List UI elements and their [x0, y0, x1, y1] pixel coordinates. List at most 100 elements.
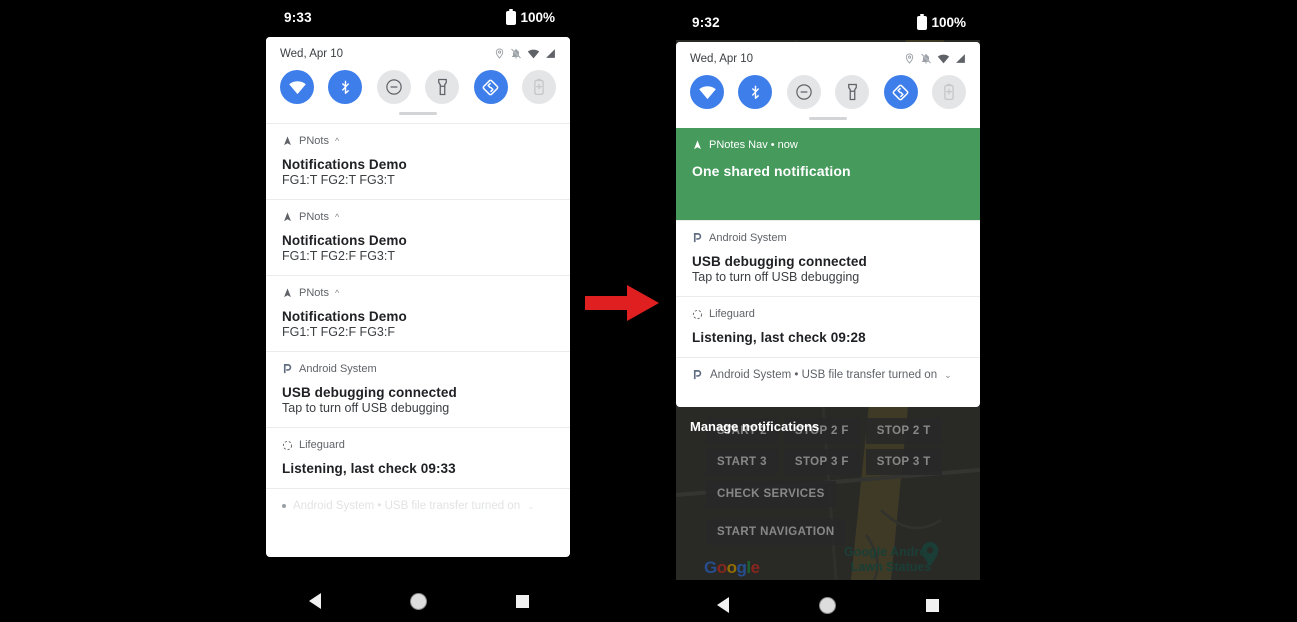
- notification-title: Notifications Demo: [282, 309, 407, 324]
- bell-muted-icon: [510, 48, 522, 59]
- qs-drag-handle[interactable]: [399, 112, 437, 115]
- collapsed-notification-row[interactable]: Android System • USB file transfer turne…: [266, 488, 570, 523]
- notification-row[interactable]: PNots ^ Notifications Demo FG1:T FG2:F F…: [266, 275, 570, 351]
- back-icon[interactable]: [717, 597, 729, 613]
- do-not-disturb-tile[interactable]: [376, 70, 411, 104]
- chevron-up-icon[interactable]: ^: [335, 136, 339, 146]
- home-icon[interactable]: [819, 596, 836, 614]
- notification-app-name: PNots: [299, 135, 329, 147]
- status-bar-right: 100%: [506, 8, 555, 25]
- notification-title: USB debugging connected: [282, 385, 457, 400]
- battery-icon: [917, 13, 928, 30]
- shared-notification-row[interactable]: PNotes Nav • now One shared notification: [676, 128, 980, 220]
- left-status-bar: 9:33 100%: [264, 0, 573, 37]
- notification-row[interactable]: Android System USB debugging connected T…: [266, 351, 570, 427]
- right-phone: 9:32 100% Google Android Lawn Statues ST…: [672, 0, 984, 622]
- right-notification-shade[interactable]: Wed, Apr 10 PNotes Nav • now One shared …: [676, 42, 980, 407]
- notification-header: PNots ^: [282, 134, 554, 148]
- qs-header: Wed, Apr 10: [676, 42, 980, 65]
- battery-saver-tile[interactable]: [521, 70, 556, 104]
- notification-app-name: Android System: [709, 232, 787, 244]
- auto-rotate-tile[interactable]: [473, 70, 508, 104]
- notification-app-name: PNots: [299, 287, 329, 299]
- notification-row[interactable]: PNots ^ Notifications Demo FG1:T FG2:T F…: [266, 123, 570, 199]
- navigation-arrow-icon: [284, 212, 291, 222]
- notification-row[interactable]: Lifeguard Listening, last check 09:33: [266, 427, 570, 488]
- right-status-bar: 9:32 100%: [672, 0, 984, 37]
- qs-header: Wed, Apr 10: [266, 37, 570, 60]
- qs-drag-handle[interactable]: [809, 117, 847, 120]
- recents-icon[interactable]: [515, 594, 529, 608]
- notification-title: One shared notification: [692, 163, 851, 179]
- lifeguard-icon: [692, 309, 703, 319]
- right-nav-bar: [672, 588, 984, 622]
- location-pin-icon: [905, 53, 914, 64]
- chevron-down-icon[interactable]: ⌄: [527, 501, 535, 511]
- battery-icon: [506, 8, 517, 25]
- wifi-icon: [527, 49, 540, 59]
- notification-app-name: PNots: [299, 211, 329, 223]
- android-system-icon: [283, 364, 292, 374]
- location-pin-icon: [495, 48, 504, 59]
- wifi-icon: [937, 54, 950, 64]
- notification-title: Listening, last check 09:28: [692, 330, 866, 345]
- left-quick-settings: Wed, Apr 10: [266, 37, 570, 115]
- collapsed-label: Android System • USB file transfer turne…: [293, 500, 521, 512]
- do-not-disturb-tile[interactable]: [786, 75, 821, 109]
- android-system-icon: [693, 233, 702, 243]
- navigation-arrow-icon: [284, 288, 291, 298]
- notification-body: FG1:T FG2:T FG3:T: [282, 173, 395, 187]
- auto-rotate-tile[interactable]: [883, 75, 918, 109]
- notification-body: FG1:T FG2:F FG3:F: [282, 325, 395, 339]
- status-bar-time: 9:33: [284, 10, 312, 25]
- collapsed-line: Android System • USB file transfer turne…: [282, 500, 554, 512]
- flashlight-tile[interactable]: [425, 70, 460, 104]
- qs-tiles: [266, 60, 570, 110]
- collapsed-label: Android System • USB file transfer turne…: [710, 369, 938, 381]
- wifi-tile[interactable]: [280, 70, 314, 104]
- notification-app-name: PNotes Nav • now: [709, 139, 798, 151]
- lifeguard-icon: [282, 440, 293, 450]
- notification-title: Listening, last check 09:33: [282, 461, 456, 476]
- battery-saver-tile[interactable]: [931, 75, 966, 109]
- signal-icon: [546, 49, 555, 58]
- notification-header: PNots ^: [282, 286, 554, 300]
- collapsed-line: Android System • USB file transfer turne…: [692, 369, 964, 381]
- flashlight-tile[interactable]: [835, 75, 870, 109]
- notification-row[interactable]: Android System USB debugging connected T…: [676, 220, 980, 296]
- collapsed-notification-row[interactable]: Android System • USB file transfer turne…: [676, 357, 980, 392]
- bell-muted-icon: [920, 53, 932, 64]
- qs-tiles: [676, 65, 980, 115]
- right-arrow: [585, 285, 659, 321]
- notification-header: Lifeguard: [692, 307, 964, 321]
- notification-row[interactable]: Lifeguard Listening, last check 09:28: [676, 296, 980, 357]
- back-icon[interactable]: [308, 593, 321, 609]
- recents-icon[interactable]: [926, 598, 939, 612]
- chevron-up-icon[interactable]: ^: [335, 288, 339, 298]
- left-nav-bar: [264, 580, 573, 622]
- notification-title: Notifications Demo: [282, 233, 407, 248]
- status-bar-time: 9:32: [692, 15, 720, 30]
- notification-row[interactable]: PNots ^ Notifications Demo FG1:T FG2:F F…: [266, 199, 570, 275]
- manage-notifications-button[interactable]: Manage notifications: [690, 419, 819, 434]
- right-quick-settings: Wed, Apr 10: [676, 42, 980, 120]
- qs-status-icons: [494, 47, 556, 60]
- bluetooth-tile[interactable]: [328, 70, 363, 104]
- bullet-dot-icon: [282, 504, 286, 508]
- chevron-down-icon[interactable]: ⌄: [944, 370, 952, 380]
- notification-header: Android System: [692, 231, 964, 245]
- navigation-arrow-icon: [694, 140, 701, 150]
- left-notification-shade[interactable]: Wed, Apr 10 PNots ^ Notifications Demo F…: [266, 37, 570, 557]
- battery-percent: 100%: [931, 15, 966, 30]
- notification-body: Tap to turn off USB debugging: [692, 270, 860, 284]
- home-icon[interactable]: [409, 592, 427, 610]
- left-phone: 9:33 100% Wed, Apr 10 PNots ^ Notificati…: [264, 0, 573, 622]
- notification-app-name: Android System: [299, 363, 377, 375]
- notification-app-name: Lifeguard: [299, 439, 345, 451]
- qs-date: Wed, Apr 10: [690, 52, 754, 65]
- chevron-up-icon[interactable]: ^: [335, 212, 339, 222]
- bluetooth-tile[interactable]: [738, 75, 773, 109]
- wifi-tile[interactable]: [690, 75, 724, 109]
- status-bar-right: 100%: [917, 13, 966, 30]
- navigation-arrow-icon: [284, 136, 291, 146]
